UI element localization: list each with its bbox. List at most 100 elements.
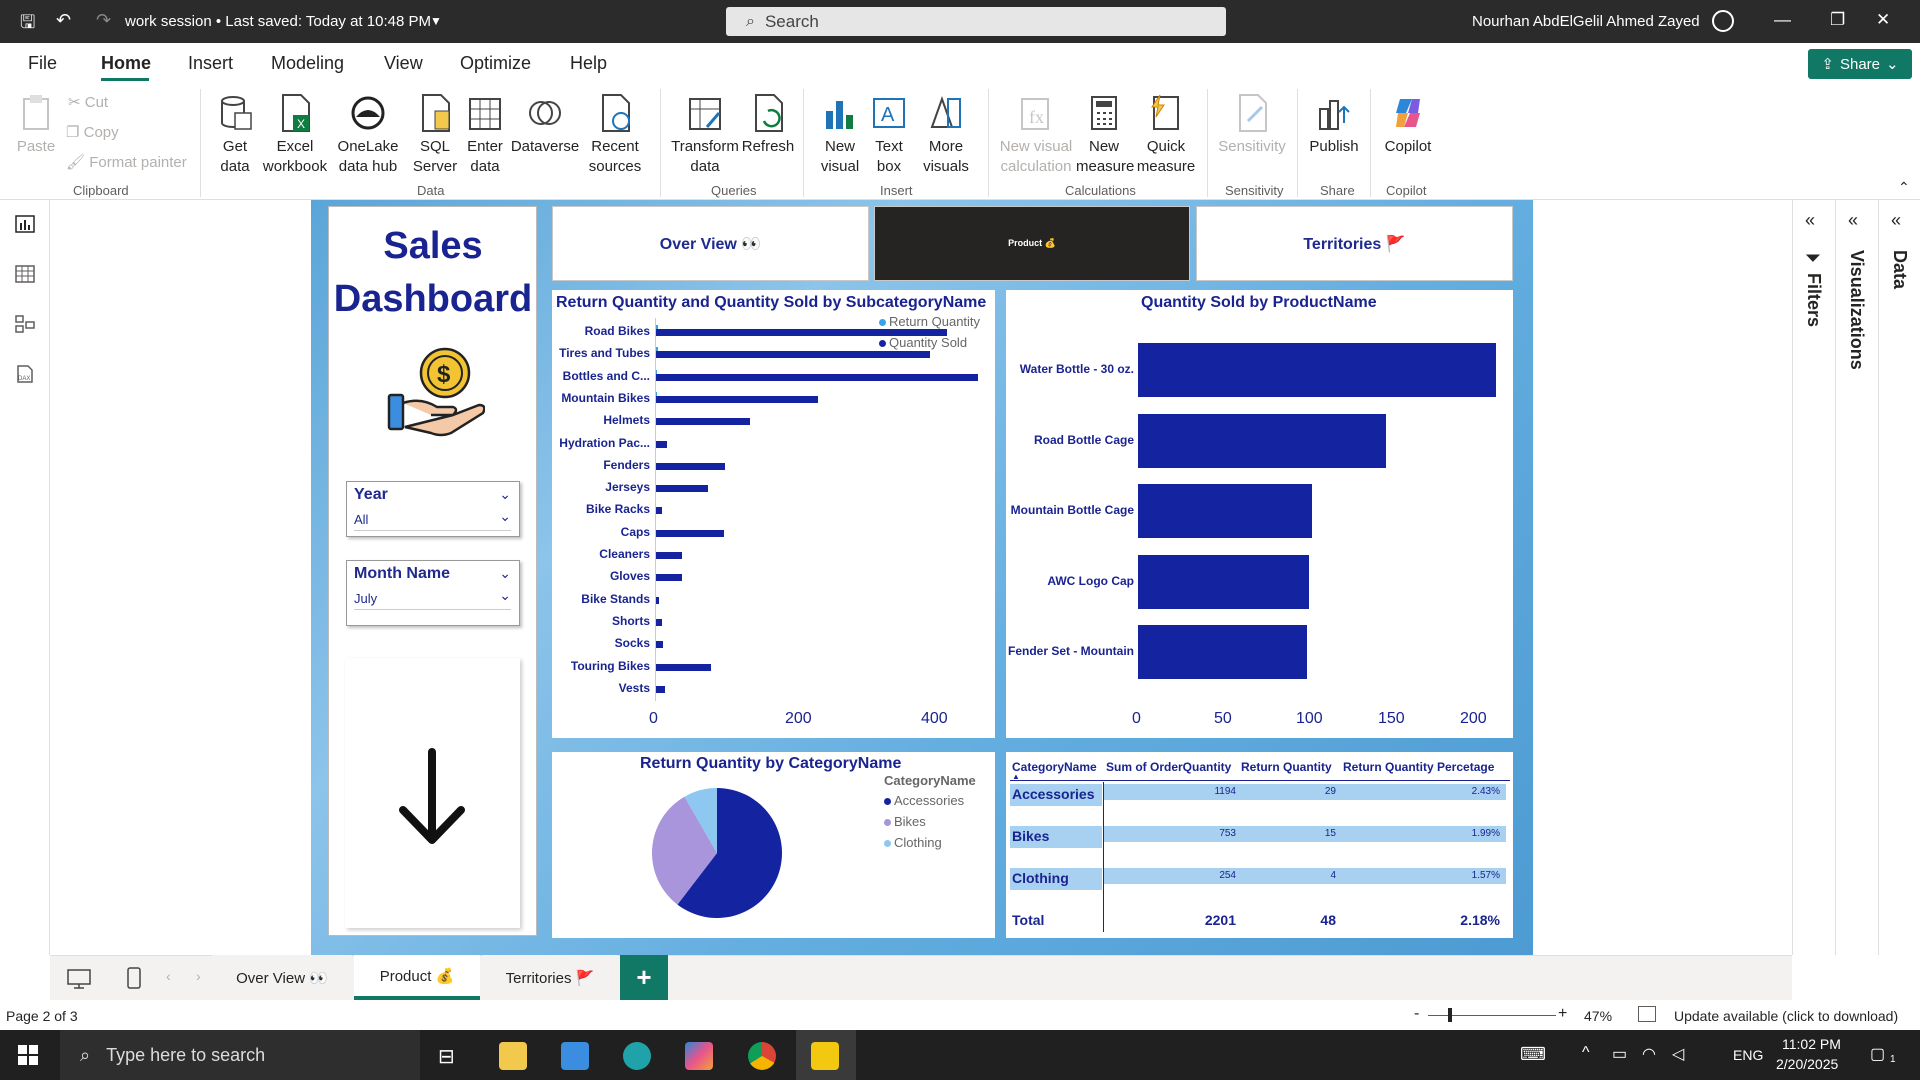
sensitivity-button[interactable]: Sensitivity <box>1216 93 1288 157</box>
edge-icon[interactable] <box>623 1042 651 1070</box>
menu-modeling[interactable]: Modeling <box>271 53 344 74</box>
menu-optimize[interactable]: Optimize <box>460 53 531 74</box>
format-painter-button[interactable]: 🖌 Format painter <box>66 153 187 171</box>
excel-workbook-button[interactable]: X Excel workbook <box>262 93 328 177</box>
legend-quantity-sold[interactable]: Quantity Sold <box>879 335 967 350</box>
volume-icon[interactable]: ◁ <box>1672 1044 1684 1064</box>
sql-server-button[interactable]: SQL Server <box>412 93 458 177</box>
chevron-down-icon[interactable]: ⌄ <box>499 565 511 582</box>
close-icon[interactable]: ✕ <box>1876 10 1890 30</box>
search-box[interactable]: ⌕ Search <box>726 7 1226 36</box>
keyboard-icon[interactable]: ⌨ <box>1520 1044 1546 1065</box>
task-view-icon[interactable]: ⊟ <box>438 1044 455 1069</box>
mobile-layout-icon[interactable] <box>126 966 142 990</box>
redo-icon[interactable]: ↷ <box>96 10 111 31</box>
month-slicer[interactable]: Month Name ⌄ July ⌄ <box>346 560 520 626</box>
notification-icon[interactable]: ▢ <box>1870 1044 1885 1064</box>
get-data-button[interactable]: Get data <box>210 93 260 177</box>
pie-legend-item[interactable]: Accessories <box>884 793 964 808</box>
ms-store-icon[interactable] <box>561 1042 589 1070</box>
chevron-down-icon[interactable]: ⌄ <box>499 508 511 525</box>
nav-overview-button[interactable]: Over View 👀 <box>552 206 869 281</box>
transform-data-button[interactable]: Transform data <box>668 93 742 177</box>
power-bi-icon[interactable] <box>811 1042 839 1070</box>
clock-time[interactable]: 11:02 PM <box>1782 1036 1841 1052</box>
title-dropdown-icon[interactable]: ▼ <box>430 14 442 28</box>
zoom-slider-thumb[interactable] <box>1448 1008 1452 1022</box>
text-box-button[interactable]: A Text box <box>866 93 912 177</box>
filters-pane[interactable]: « ⏷ Filters <box>1792 200 1835 955</box>
quick-measure-button[interactable]: Quick measure <box>1136 93 1196 177</box>
collapse-ribbon-icon[interactable]: ⌃ <box>1898 179 1910 196</box>
minimize-icon[interactable]: — <box>1774 10 1791 30</box>
recent-sources-button[interactable]: Recent sources <box>584 93 646 177</box>
save-icon[interactable]: 🖫 <box>20 10 35 40</box>
expand-icon[interactable]: « <box>1891 210 1901 231</box>
fit-to-page-icon[interactable] <box>1638 1006 1656 1022</box>
wifi-icon[interactable]: ◠ <box>1642 1044 1656 1064</box>
desktop-layout-icon[interactable] <box>66 968 92 990</box>
chevron-up-icon[interactable]: ^ <box>1582 1044 1590 1062</box>
expand-icon[interactable]: « <box>1848 210 1858 231</box>
chrome-icon[interactable] <box>748 1042 776 1070</box>
report-view-icon[interactable] <box>14 214 36 234</box>
legend-return-quantity[interactable]: Return Quantity <box>879 314 980 329</box>
copy-button[interactable]: ❐ Copy <box>66 123 119 141</box>
zoom-out-icon[interactable]: - <box>1414 1005 1419 1023</box>
chevron-down-icon[interactable]: ⌄ <box>499 486 511 503</box>
windows-start-icon[interactable] <box>18 1045 38 1065</box>
more-visuals-button[interactable]: More visuals <box>914 93 978 177</box>
visualizations-pane[interactable]: « Visualizations <box>1835 200 1878 955</box>
battery-icon[interactable]: ▭ <box>1612 1044 1627 1064</box>
taskbar-search[interactable]: ⌕ Type here to search <box>60 1030 420 1080</box>
year-slicer[interactable]: Year ⌄ All ⌄ <box>346 481 520 537</box>
menu-help[interactable]: Help <box>570 53 607 74</box>
restore-icon[interactable]: ❐ <box>1830 10 1845 30</box>
dataverse-button[interactable]: Dataverse <box>510 93 580 157</box>
prev-page-icon[interactable]: ‹ <box>166 968 171 984</box>
menu-view[interactable]: View <box>384 53 423 74</box>
table-view-icon[interactable] <box>14 264 36 284</box>
new-visual-button[interactable]: New visual <box>816 93 864 177</box>
chevron-down-icon[interactable]: ⌄ <box>499 587 511 604</box>
undo-icon[interactable]: ↶ <box>56 10 71 31</box>
next-page-icon[interactable]: › <box>196 968 201 984</box>
refresh-button[interactable]: Refresh <box>740 93 796 157</box>
copilot-button[interactable]: Copilot <box>1378 93 1438 157</box>
menu-file[interactable]: File <box>28 53 57 74</box>
category-label: Touring Bikes <box>570 658 650 673</box>
page-tab-product[interactable]: Product 💰 <box>354 955 480 1000</box>
cut-button[interactable]: ✂ Cut <box>68 93 108 111</box>
onelake-label: OneLake data hub <box>337 138 399 175</box>
add-page-button[interactable]: + <box>620 955 668 1000</box>
onelake-button[interactable]: OneLake data hub <box>330 93 406 177</box>
data-pane[interactable]: « Data <box>1878 200 1920 955</box>
update-notice[interactable]: Update available (click to download) <box>1674 1008 1898 1024</box>
expand-icon[interactable]: « <box>1805 210 1815 231</box>
nav-territories-button[interactable]: Territories 🚩 <box>1196 206 1513 281</box>
page-tab-territories[interactable]: Territories 🚩 <box>482 955 618 1000</box>
pie-legend-item[interactable]: Bikes <box>884 814 926 829</box>
zoom-in-icon[interactable]: + <box>1558 1005 1567 1023</box>
new-measure-button[interactable]: New measure <box>1076 93 1134 177</box>
pie-legend-item[interactable]: Clothing <box>884 835 942 850</box>
enter-data-button[interactable]: Enter data <box>462 93 508 177</box>
share-button[interactable]: ⇪ Share ⌄ <box>1808 49 1912 79</box>
avatar-icon[interactable] <box>1712 10 1734 32</box>
model-view-icon[interactable] <box>14 314 36 334</box>
menu-home[interactable]: Home <box>101 53 151 74</box>
copilot-app-icon[interactable] <box>685 1042 713 1070</box>
queries-group-label: Queries <box>711 183 757 198</box>
language-indicator[interactable]: ENG <box>1733 1047 1763 1063</box>
paste-button[interactable]: Paste <box>14 93 58 157</box>
new-visual-calculation-button[interactable]: fx New visual calculation <box>998 93 1074 177</box>
dax-query-view-icon[interactable]: DAX <box>14 364 36 384</box>
publish-button[interactable]: Publish <box>1306 93 1362 157</box>
menu-insert[interactable]: Insert <box>188 53 233 74</box>
ribbon-separator <box>988 89 989 197</box>
clock-date[interactable]: 2/20/2025 <box>1776 1056 1838 1072</box>
nav-product-button[interactable]: Product 💰 <box>874 206 1190 281</box>
table-header: Return Quantity Percetage <box>1343 760 1495 774</box>
page-tab-overview[interactable]: Over View 👀 <box>212 955 352 1000</box>
file-explorer-icon[interactable] <box>499 1042 527 1070</box>
